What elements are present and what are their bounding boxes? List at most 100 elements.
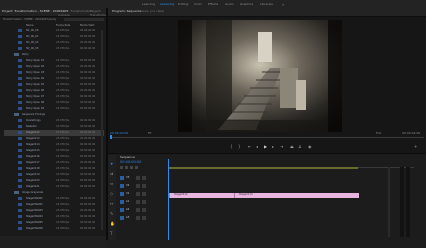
audio-meter-right — [406, 167, 410, 237]
list-item[interactable]: Stage0SS006 23.976 fps 00:00:00:00 — [4, 226, 104, 232]
workspace-tab-graphics[interactable]: Graphics — [240, 2, 253, 6]
tab-program[interactable]: Program: Sequence — [112, 9, 141, 13]
track-header: A1 — [118, 199, 168, 206]
workspace-tab-editing[interactable]: Editing — [178, 2, 188, 6]
clip-icon — [18, 221, 22, 224]
toggle-sync-lock-icon[interactable] — [136, 192, 140, 196]
tab-sequence[interactable]: Sequence — [120, 155, 135, 159]
item-name: Str_00_01 — [26, 35, 39, 38]
selection-tool-icon[interactable]: ➤ — [110, 161, 113, 166]
tools-panel: ➤ ⇉ ⇔ ◇ ↔ ✎ ✋ T — [108, 155, 116, 240]
linked-selection-icon[interactable] — [125, 166, 128, 169]
toggle-output-icon[interactable] — [142, 216, 146, 220]
add-marker-icon[interactable] — [130, 166, 133, 169]
item-name: Stage0119 — [26, 173, 40, 176]
track-header: V3 — [118, 175, 168, 182]
item-frame-rate: 23.976 fps — [56, 83, 70, 86]
go-to-in-icon[interactable]: ⇤ — [248, 144, 251, 149]
clip-icon — [18, 137, 22, 140]
workspace-tab-assembly[interactable]: Assembly — [160, 2, 174, 6]
timeline-scrollbar[interactable] — [388, 167, 390, 237]
zoom-level[interactable]: Fit — [148, 131, 152, 135]
hand-tool-icon[interactable]: ✋ — [110, 221, 115, 226]
mark-out-icon[interactable]: } — [238, 144, 241, 149]
timeline-settings-icon[interactable] — [135, 166, 138, 169]
track-target-icon[interactable] — [120, 176, 124, 180]
toggle-sync-lock-icon[interactable] — [136, 176, 140, 180]
type-tool-icon[interactable]: T — [110, 231, 112, 236]
ripple-tool-icon[interactable]: ⇔ — [110, 181, 113, 186]
play-icon[interactable]: ▶ — [264, 144, 267, 149]
pen-tool-icon[interactable]: ✎ — [110, 211, 113, 216]
lift-icon[interactable]: ⏏ — [290, 144, 294, 149]
clip-icon — [18, 155, 22, 158]
toggle-sync-lock-icon[interactable] — [136, 216, 140, 220]
track-target-icon[interactable] — [120, 184, 124, 188]
folder-icon — [14, 113, 19, 116]
mark-in-icon[interactable]: { — [230, 144, 233, 149]
monitor-time-ruler[interactable] — [110, 137, 424, 138]
toggle-output-icon[interactable] — [142, 200, 146, 204]
settings-wrench-icon[interactable]: + — [414, 144, 417, 149]
track-target-icon[interactable] — [120, 192, 124, 196]
search-input[interactable] — [64, 18, 104, 21]
clip-icon — [18, 119, 22, 122]
toggle-output-icon[interactable] — [142, 192, 146, 196]
clip-icon — [18, 143, 22, 146]
workspace-tab-color[interactable]: Color — [194, 2, 202, 6]
toggle-sync-lock-icon[interactable] — [136, 184, 140, 188]
snap-icon[interactable] — [120, 166, 123, 169]
toggle-sync-lock-icon[interactable] — [136, 208, 140, 212]
playback-resolution[interactable]: Full — [376, 131, 381, 135]
razor-tool-icon[interactable]: ◇ — [110, 191, 113, 196]
item-name: Story Open 02 — [26, 65, 45, 68]
step-back-icon[interactable]: ◂ — [256, 144, 258, 149]
workspace-tab-effects[interactable]: Effects — [208, 2, 218, 6]
timeline-clip[interactable]: Stage0112 — [169, 193, 234, 198]
timeline-timecode[interactable]: 00:00:00:00 — [120, 160, 141, 164]
clip-icon — [18, 173, 22, 176]
extract-icon[interactable]: ⇊ — [298, 144, 301, 149]
item-frame-rate: 23.976 fps — [56, 227, 70, 230]
go-to-out-icon[interactable]: ⇥ — [280, 144, 283, 149]
item-media-start: 00:00:00:00 — [80, 149, 96, 152]
export-frame-icon[interactable]: ◉ — [308, 144, 312, 149]
workspace-tab-audio[interactable]: Audio — [225, 2, 234, 6]
item-name: Stage0115 — [26, 149, 40, 152]
item-media-start: 00:00:00:00 — [80, 35, 96, 38]
timeline-playhead[interactable] — [168, 159, 169, 240]
item-name: Overstrings — [26, 119, 41, 122]
track-label: V1 — [126, 192, 130, 195]
track-target-icon[interactable] — [120, 200, 124, 204]
track-target-icon[interactable] — [120, 208, 124, 212]
workspace-tab-learning[interactable]: Learning — [142, 2, 155, 6]
monitor-playhead[interactable] — [110, 135, 112, 139]
project-path: Transformation - SCENE - 20201203.prproj — [3, 18, 57, 21]
timeline-divider[interactable] — [108, 153, 426, 154]
more-chevron-icon[interactable]: » — [282, 2, 284, 7]
item-frame-rate: 23.976 fps — [56, 65, 70, 68]
folder-icon — [14, 53, 19, 56]
track-select-tool-icon[interactable]: ⇉ — [110, 171, 113, 176]
track-target-icon[interactable] — [120, 216, 124, 220]
workspace-tab-libraries[interactable]: Libraries — [260, 2, 273, 6]
item-media-start: 00:00:00:00 — [80, 95, 96, 98]
step-forward-icon[interactable]: ▸ — [272, 144, 274, 149]
slip-tool-icon[interactable]: ↔ — [110, 201, 113, 206]
timeline-clip[interactable]: Stage0113 — [234, 193, 359, 198]
clip-icon — [18, 131, 22, 134]
item-frame-rate: 23.976 fps — [56, 107, 70, 110]
item-name: Stage0120 — [26, 179, 40, 182]
toggle-output-icon[interactable] — [142, 184, 146, 188]
item-frame-rate: 23.976 fps — [56, 119, 70, 122]
toggle-output-icon[interactable] — [142, 208, 146, 212]
toggle-sync-lock-icon[interactable] — [136, 200, 140, 204]
item-frame-rate: 23.976 fps — [56, 35, 70, 38]
scrollbar[interactable] — [101, 30, 103, 230]
clip-icon — [18, 161, 22, 164]
work-area-bar[interactable] — [168, 167, 358, 169]
playhead-timecode[interactable]: 00:00:00:00 — [110, 131, 128, 135]
toggle-output-icon[interactable] — [142, 176, 146, 180]
item-media-start: 00:00:00:00 — [80, 89, 96, 92]
tab-source[interactable]: Source: (no clips) — [138, 9, 164, 13]
